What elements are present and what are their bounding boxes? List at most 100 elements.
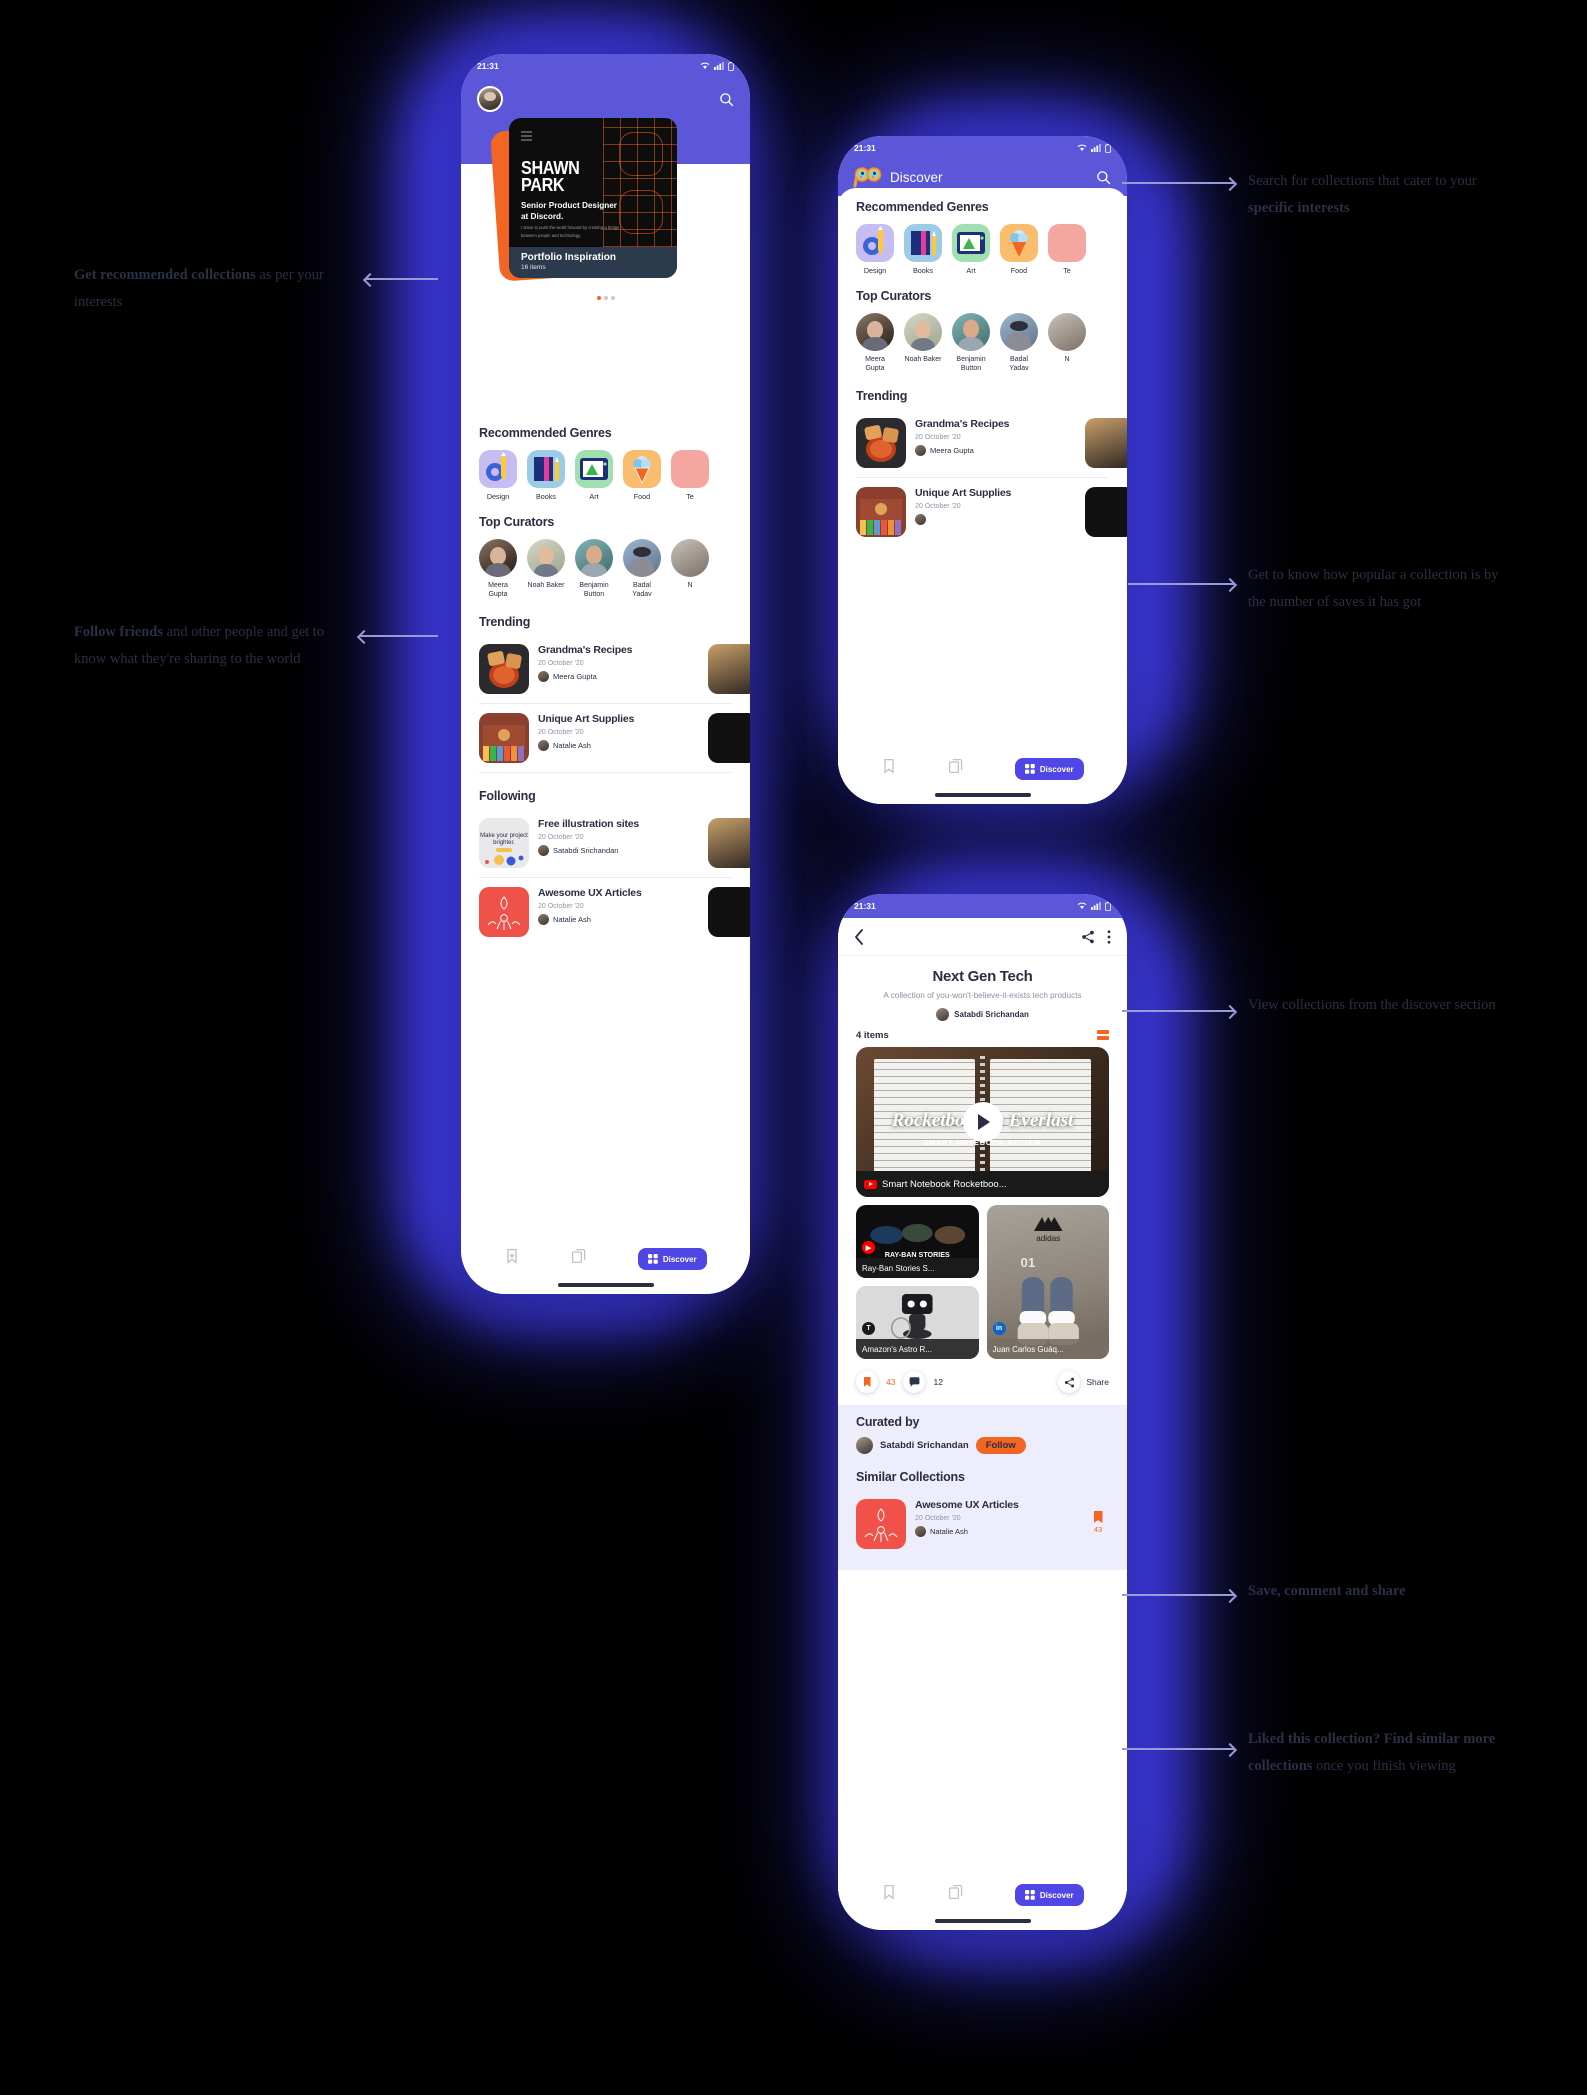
peek-thumbnail[interactable] <box>708 818 750 868</box>
genre-art[interactable]: Art <box>952 224 990 275</box>
share-button[interactable]: Share <box>1058 1371 1109 1393</box>
carousel-dot-3[interactable] <box>610 296 615 300</box>
curator-name: N <box>1064 356 1070 363</box>
annotation-recommended: Get recommended collections as per your … <box>74 262 324 316</box>
follow-button[interactable]: Follow <box>975 1437 1026 1454</box>
list-item[interactable]: Make your project brighter. Free illustra… <box>479 809 750 878</box>
wifi-icon <box>1077 144 1087 151</box>
list-item[interactable]: Grandma's Recipes 20 October '20 Meera G… <box>856 409 1127 478</box>
collection-thumbnail <box>856 1499 906 1549</box>
hero-card[interactable]: SHAWN PARK Senior Product Designer at Di… <box>509 118 677 278</box>
profile-avatar[interactable] <box>477 86 503 112</box>
bookmark-icon[interactable] <box>881 758 897 774</box>
annotation-bold: specific interests <box>1248 200 1350 216</box>
hero-octagon-2 <box>619 190 663 234</box>
curator-item[interactable]: N <box>1048 313 1086 373</box>
genre-food[interactable]: Food <box>623 450 661 501</box>
collection-date: 20 October '20 <box>538 902 584 910</box>
avatar <box>915 444 926 456</box>
genre-food[interactable]: Food <box>1000 224 1038 275</box>
collection-date: 20 October '20 <box>915 502 961 510</box>
author-name: Natalie Ash <box>930 1526 968 1536</box>
avatar <box>1000 313 1038 351</box>
glasses-logo-icon <box>853 167 882 188</box>
annotation-view-collections: View collections from the discover secti… <box>1248 992 1498 1019</box>
carousel-dots[interactable] <box>461 296 750 300</box>
peek-thumbnail[interactable] <box>708 644 750 694</box>
search-icon[interactable] <box>719 92 734 107</box>
curators-row[interactable]: Meera Gupta Noah Baker Benjamin Button B… <box>838 303 1127 373</box>
collection-author: Natalie Ash <box>538 739 701 751</box>
discover-screen: 21:31 Discover Recommended Genres Design… <box>838 136 1127 804</box>
library-icon[interactable] <box>948 1884 964 1900</box>
peek-thumbnail[interactable] <box>1085 487 1127 537</box>
media-tile[interactable]: T Amazon's Astro R... <box>856 1286 979 1359</box>
author-name: Meera Gupta <box>553 671 597 681</box>
discover-button[interactable]: Discover <box>637 1248 707 1270</box>
layout-toggle-icon[interactable] <box>1097 1030 1109 1041</box>
curator-item[interactable]: Badal Yadav <box>623 539 661 599</box>
curator-item[interactable]: Meera Gupta <box>856 313 894 373</box>
section-similar-collections: Similar Collections <box>856 1470 965 1484</box>
annotation-bold: Save, comment and share <box>1248 1583 1406 1599</box>
library-icon[interactable] <box>948 758 964 774</box>
back-icon[interactable] <box>854 928 865 945</box>
list-item[interactable]: Awesome UX Articles 20 October '20 Natal… <box>479 878 750 946</box>
genre-label: Te <box>1063 266 1071 275</box>
list-item[interactable]: Unique Art Supplies 20 October '20 34 <box>856 478 1127 546</box>
collection-curator[interactable]: Satabdi Srichandan <box>856 1008 1109 1021</box>
genres-row[interactable]: Design Books Art Food Te <box>838 214 1127 275</box>
section-recommended-genres: Recommended Genres <box>856 200 989 214</box>
list-item-body: Unique Art Supplies 20 October '20 Natal… <box>538 713 701 751</box>
discover-button[interactable]: Discover <box>1014 758 1084 780</box>
genre-books[interactable]: Books <box>904 224 942 275</box>
arrow-right-4 <box>1122 1594 1234 1596</box>
home-indicator <box>934 1919 1031 1923</box>
genre-design[interactable]: Design <box>856 224 894 275</box>
curator-item[interactable]: Benjamin Button <box>575 539 613 599</box>
peek-thumbnail[interactable] <box>1085 418 1127 468</box>
hero-carousel[interactable]: SHAWN PARK Senior Product Designer at Di… <box>461 118 750 288</box>
carousel-dot-1[interactable] <box>596 296 601 300</box>
collection-title: Next Gen Tech <box>932 968 1033 985</box>
comment-button[interactable] <box>903 1371 926 1393</box>
genre-art[interactable]: Art <box>575 450 613 501</box>
bookmark-icon[interactable] <box>504 1248 520 1264</box>
avatar <box>952 313 990 351</box>
curator-item[interactable]: N <box>671 539 709 599</box>
curator-item[interactable]: Benjamin Button <box>952 313 990 373</box>
peek-thumbnail[interactable] <box>708 713 750 763</box>
media-tile[interactable]: RAY-BAN STORIES ▶ Ray-Ban Stories S... <box>856 1205 979 1278</box>
media-featured[interactable]: Rocketbook vs Everlast SMART NOTEBOOK RE… <box>838 1047 1127 1197</box>
share-icon[interactable] <box>1081 930 1095 944</box>
curator-item[interactable]: Badal Yadav <box>1000 313 1038 373</box>
curator-item[interactable]: Noah Baker <box>904 313 942 373</box>
list-item[interactable]: Unique Art Supplies 20 October '20 Natal… <box>479 704 750 773</box>
list-item[interactable]: Grandma's Recipes 20 October '20 Meera G… <box>479 635 750 704</box>
video-thumbnail[interactable]: Rocketbook vs Everlast SMART NOTEBOOK RE… <box>856 1047 1109 1197</box>
genre-books[interactable]: Books <box>527 450 565 501</box>
save-button[interactable] <box>856 1371 878 1393</box>
library-icon[interactable] <box>571 1248 587 1264</box>
annotation-bold: Follow friends <box>74 624 164 640</box>
curator-item[interactable]: Meera Gupta <box>479 539 517 599</box>
discover-button[interactable]: Discover <box>1014 1884 1084 1906</box>
more-options-icon[interactable] <box>1107 929 1111 944</box>
genre-design[interactable]: Design <box>479 450 517 501</box>
list-item[interactable]: Awesome UX Articles 20 October '20 Natal… <box>856 1490 1109 1558</box>
collection-author: Natalie Ash <box>538 913 701 925</box>
carousel-dot-2[interactable] <box>603 296 608 300</box>
search-icon[interactable] <box>1096 170 1111 185</box>
genres-row[interactable]: Design Books Art Food Te <box>461 440 750 501</box>
curator-name: Benjamin Button <box>956 356 986 372</box>
media-tile[interactable]: adidas 01 in Juan Carlos Guáq... <box>986 1205 1109 1359</box>
bookmark-icon[interactable] <box>881 1884 897 1900</box>
curator-item[interactable]: Noah Baker <box>527 539 565 599</box>
wifi-icon <box>1077 902 1087 909</box>
discover-label: Discover <box>662 1254 697 1264</box>
peek-thumbnail[interactable] <box>708 887 750 937</box>
curators-row[interactable]: Meera Gupta Noah Baker Benjamin Button B… <box>461 529 750 599</box>
play-button-icon[interactable] <box>962 1102 1003 1142</box>
genre-tech[interactable]: Te <box>671 450 709 501</box>
genre-tech[interactable]: Te <box>1048 224 1086 275</box>
